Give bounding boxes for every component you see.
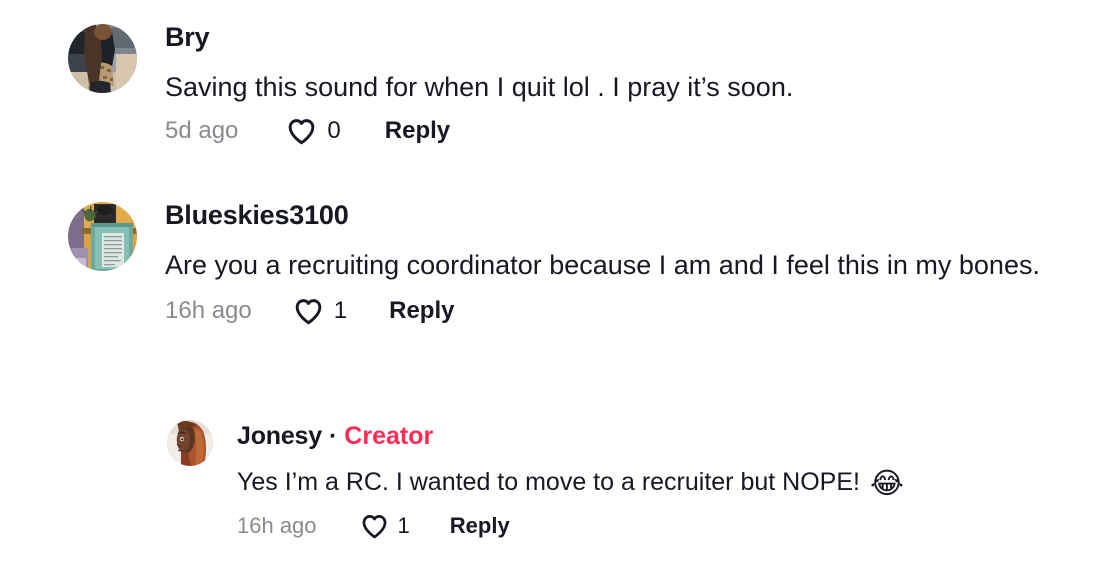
comment-item-reply: Jonesy · Creator Yes I’m a RC. I wanted … — [167, 420, 904, 539]
comment-text: Saving this sound for when I quit lol . … — [165, 72, 794, 102]
reply-button[interactable]: Reply — [385, 117, 450, 145]
joy-emoji-icon: 😂 — [869, 466, 904, 500]
comment-timestamp: 16h ago — [237, 513, 317, 538]
comment-timestamp: 16h ago — [165, 297, 252, 324]
comment-body: Jonesy · Creator Yes I’m a RC. I wanted … — [237, 420, 904, 539]
avatar-photo-blueskies3100[interactable] — [68, 202, 137, 271]
heart-outline-icon[interactable] — [361, 514, 388, 539]
comment-item: Blueskies3100 Are you a recruiting coord… — [68, 202, 1090, 325]
like-count: 1 — [333, 297, 348, 324]
comment-text: Are you a recruiting coordinator because… — [165, 250, 1040, 280]
comment-username[interactable]: Bry — [165, 24, 210, 51]
reply-button[interactable]: Reply — [450, 513, 510, 539]
like-group[interactable]: 1 — [361, 513, 410, 539]
heart-outline-icon[interactable] — [287, 118, 316, 145]
like-group[interactable]: 1 — [294, 297, 347, 325]
comment-list: Bry Saving this sound for when I quit lo… — [0, 0, 1110, 576]
creator-separator: · — [328, 422, 338, 450]
comment-username[interactable]: Blueskies3100 — [165, 202, 349, 229]
comment-item: Bry Saving this sound for when I quit lo… — [68, 24, 793, 145]
avatar-photo-bry[interactable] — [68, 24, 137, 93]
comment-header: Bry — [165, 24, 793, 51]
comment-header: Jonesy · Creator — [237, 424, 904, 449]
comment-body: Blueskies3100 Are you a recruiting coord… — [165, 202, 1090, 325]
comment-text-wrapper: Yes I’m a RC. I wanted to move to a recr… — [237, 462, 904, 503]
comment-body: Bry Saving this sound for when I quit lo… — [165, 24, 793, 145]
comment-meta: 16h ago 1 Reply — [237, 513, 904, 539]
creator-badge: Creator — [344, 422, 434, 450]
reply-button[interactable]: Reply — [389, 297, 454, 325]
comment-meta: 5d ago 0 Reply — [165, 117, 793, 145]
avatar-photo-jonesy[interactable] — [167, 420, 213, 466]
comment-username[interactable]: Jonesy — [237, 424, 322, 449]
comment-meta: 16h ago 1 Reply — [165, 297, 1090, 325]
comment-text: Yes I’m a RC. I wanted to move to a recr… — [237, 468, 860, 496]
comment-timestamp: 5d ago — [165, 117, 239, 144]
like-count: 1 — [397, 513, 410, 538]
like-count: 0 — [327, 117, 341, 144]
like-group[interactable]: 0 — [287, 117, 341, 145]
heart-outline-icon[interactable] — [294, 298, 323, 325]
comment-header: Blueskies3100 — [165, 202, 1090, 229]
